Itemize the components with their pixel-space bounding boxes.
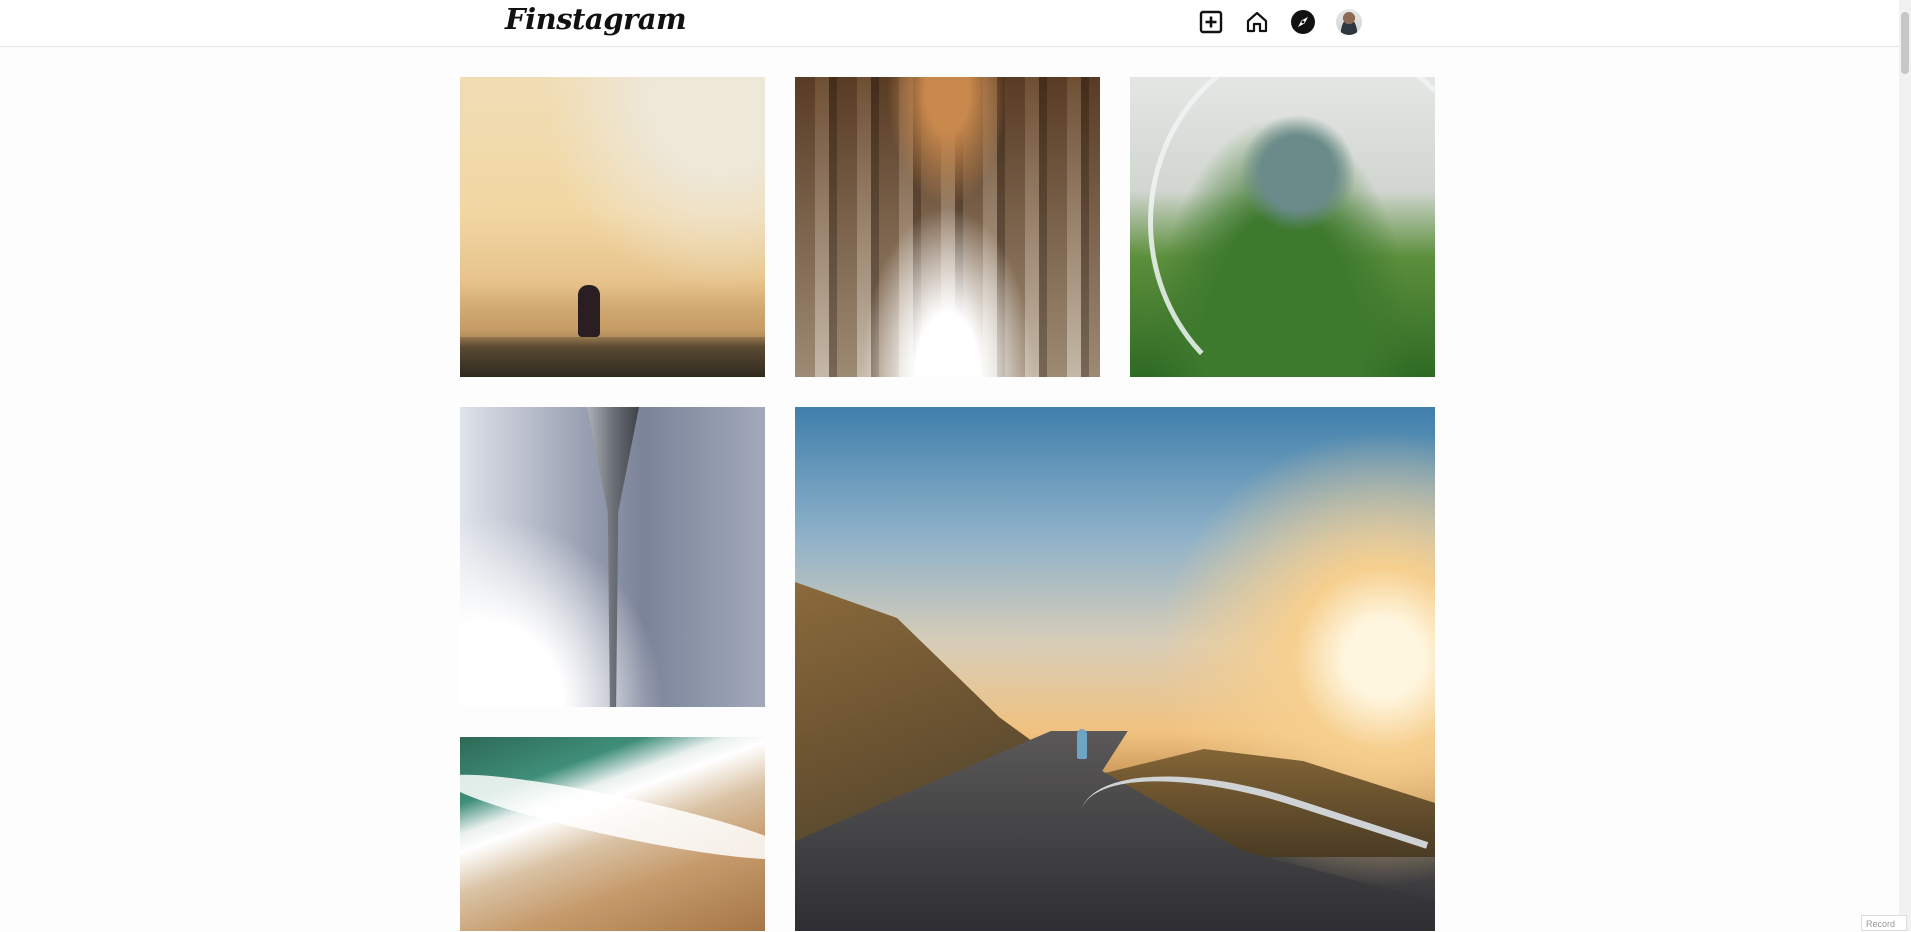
feed-image-coastal-road-runner[interactable] bbox=[795, 407, 1435, 931]
profile-button[interactable] bbox=[1336, 9, 1362, 35]
feed-image-spire-sky[interactable] bbox=[460, 407, 765, 707]
compass-icon bbox=[1290, 9, 1316, 35]
image-detail bbox=[578, 285, 600, 337]
image-detail bbox=[460, 277, 765, 337]
scrollbar-thumb[interactable] bbox=[1901, 12, 1909, 74]
image-detail bbox=[1077, 729, 1087, 759]
feed-image-cathedral-arches[interactable] bbox=[795, 77, 1100, 377]
home-icon bbox=[1245, 10, 1269, 34]
plus-square-icon bbox=[1199, 10, 1223, 34]
new-post-button[interactable] bbox=[1198, 9, 1224, 35]
explore-button[interactable] bbox=[1290, 9, 1316, 35]
header-nav bbox=[1198, 9, 1362, 35]
page-scrollbar[interactable] bbox=[1899, 0, 1911, 931]
feed-image-runner-city[interactable] bbox=[460, 77, 765, 377]
feed-image-succulent-terrarium[interactable] bbox=[1130, 77, 1435, 377]
app-logo[interactable]: Finstagram bbox=[505, 2, 686, 36]
top-navigation-bar: Finstagram bbox=[0, 0, 1899, 47]
feed-image-ocean-waves-beach[interactable] bbox=[460, 737, 765, 931]
image-detail bbox=[587, 407, 639, 707]
avatar bbox=[1336, 9, 1362, 35]
image-detail bbox=[1148, 77, 1435, 377]
image-detail bbox=[460, 760, 765, 874]
corner-widget[interactable]: Record bbox=[1861, 915, 1907, 931]
home-button[interactable] bbox=[1244, 9, 1270, 35]
